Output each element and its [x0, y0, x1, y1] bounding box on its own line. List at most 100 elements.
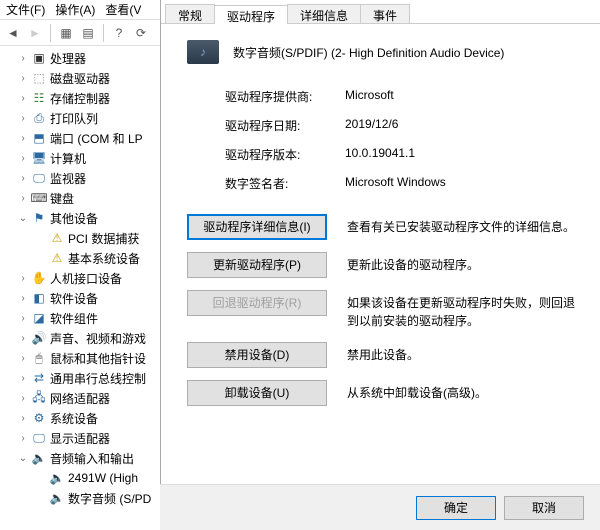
net-icon: 🖧 [30, 390, 48, 406]
tab-events[interactable]: 事件 [360, 4, 410, 23]
tree-item[interactable]: ›🔊声音、视频和游戏 [0, 328, 160, 348]
menu-action[interactable]: 操作(A) [55, 1, 95, 18]
tree-item[interactable]: ›☷存储控制器 [0, 88, 160, 108]
monitor-icon: 🖵 [30, 170, 48, 186]
tree-item[interactable]: 🔈2491W (High [0, 468, 160, 488]
sys-icon: ⚙ [30, 410, 48, 426]
chevron-right-icon[interactable]: › [16, 93, 30, 104]
tree-item-label: 数字音频 (S/PD [68, 490, 151, 507]
tree-item[interactable]: ⚠PCI 数据捕获 [0, 228, 160, 248]
driver-details-button[interactable]: 驱动程序详细信息(I) [187, 214, 327, 240]
tree-item[interactable]: ›⎙打印队列 [0, 108, 160, 128]
chevron-right-icon[interactable]: › [16, 353, 30, 364]
tree-item-label: 端口 (COM 和 LP [50, 130, 143, 147]
chevron-right-icon[interactable]: › [16, 273, 30, 284]
chevron-right-icon[interactable]: › [16, 413, 30, 424]
hid-icon: ✋ [30, 270, 48, 286]
tree-item-label: 显示适配器 [50, 430, 110, 447]
tree-item[interactable]: ›⬒端口 (COM 和 LP [0, 128, 160, 148]
audio-icon: 🔊 [30, 330, 48, 346]
chevron-right-icon[interactable]: › [16, 173, 30, 184]
warn-icon: ⚠ [48, 230, 66, 246]
tree-item[interactable]: ›🖱鼠标和其他指针设 [0, 348, 160, 368]
chevron-down-icon[interactable]: ⌄ [16, 213, 30, 224]
audio-device-icon: ♪ [187, 40, 219, 64]
tab-driver[interactable]: 驱动程序 [214, 5, 288, 24]
tree-item[interactable]: ›⬚磁盘驱动器 [0, 68, 160, 88]
device-tree-scroll[interactable]: ›▣处理器›⬚磁盘驱动器›☷存储控制器›⎙打印队列›⬒端口 (COM 和 LP›… [0, 46, 160, 530]
tree-item[interactable]: 🔈数字音频 (S/PD [0, 488, 160, 508]
chevron-right-icon[interactable]: › [16, 133, 30, 144]
chevron-right-icon[interactable]: › [16, 373, 30, 384]
tree-item-label: 鼠标和其他指针设 [50, 350, 146, 367]
tree-item-label: PCI 数据捕获 [68, 230, 139, 247]
tree-item-label: 基本系统设备 [68, 250, 140, 267]
tree-item[interactable]: ›🖵显示适配器 [0, 428, 160, 448]
tree-item-label: 系统设备 [50, 410, 98, 427]
tree-item[interactable]: ›⌨键盘 [0, 188, 160, 208]
ok-button[interactable]: 确定 [416, 496, 496, 520]
tree-item[interactable]: ›▣处理器 [0, 48, 160, 68]
tab-general[interactable]: 常规 [165, 4, 215, 23]
cancel-button[interactable]: 取消 [504, 496, 584, 520]
chevron-right-icon[interactable]: › [16, 293, 30, 304]
tree-item[interactable]: ›🖧网络适配器 [0, 388, 160, 408]
chevron-right-icon[interactable]: › [16, 393, 30, 404]
tree-item-label: 其他设备 [50, 210, 98, 227]
tree-item[interactable]: ⚠基本系统设备 [0, 248, 160, 268]
tree-item-label: 2491W (High [68, 471, 138, 485]
tree-item[interactable]: ›🖵监视器 [0, 168, 160, 188]
display-icon: 🖵 [30, 430, 48, 446]
tree-item[interactable]: ›🖥计算机 [0, 148, 160, 168]
tree-item[interactable]: ⌄🔈音频输入和输出 [0, 448, 160, 468]
toolbar: ◄ ► ▦ ▤ ? ⟳ [0, 20, 160, 46]
provider-value: Microsoft [345, 88, 394, 105]
chevron-right-icon[interactable]: › [16, 73, 30, 84]
chevron-right-icon[interactable]: › [16, 193, 30, 204]
date-value: 2019/12/6 [345, 117, 398, 134]
chevron-right-icon[interactable]: › [16, 153, 30, 164]
tree-item[interactable]: ›◧软件设备 [0, 288, 160, 308]
tree-item-label: 通用串行总线控制 [50, 370, 146, 387]
tree-item[interactable]: ›◪软件组件 [0, 308, 160, 328]
back-icon[interactable]: ◄ [4, 24, 22, 42]
toolbar-divider [103, 24, 104, 42]
menu-view[interactable]: 查看(V [105, 1, 141, 18]
chevron-right-icon[interactable]: › [16, 53, 30, 64]
show-hidden-icon[interactable]: ▦ [57, 24, 75, 42]
chevron-right-icon[interactable]: › [16, 433, 30, 444]
chevron-right-icon[interactable]: › [16, 113, 30, 124]
tree-item[interactable]: ›⚙系统设备 [0, 408, 160, 428]
storage-icon: ☷ [30, 90, 48, 106]
tree-item-label: 声音、视频和游戏 [50, 330, 146, 347]
mouse-icon: 🖱 [30, 350, 48, 366]
chevron-right-icon[interactable]: › [16, 333, 30, 344]
tab-details[interactable]: 详细信息 [287, 4, 361, 23]
tree-item-label: 监视器 [50, 170, 86, 187]
properties-dialog: 常规 驱动程序 详细信息 事件 ♪ 数字音频(S/PDIF) (2- High … [160, 0, 600, 530]
tree-item-label: 处理器 [50, 50, 86, 67]
uninstall-device-button[interactable]: 卸载设备(U) [187, 380, 327, 406]
tree-item[interactable]: ›✋人机接口设备 [0, 268, 160, 288]
update-driver-button[interactable]: 更新驱动程序(P) [187, 252, 327, 278]
driver-tab-content: ♪ 数字音频(S/PDIF) (2- High Definition Audio… [161, 24, 600, 484]
menu-file[interactable]: 文件(F) [6, 1, 45, 18]
port-icon: ⬒ [30, 130, 48, 146]
version-label: 驱动程序版本: [225, 146, 345, 163]
chevron-down-icon[interactable]: ⌄ [16, 453, 30, 464]
tree-item-label: 网络适配器 [50, 390, 110, 407]
tree-item[interactable]: ⌄⚑其他设备 [0, 208, 160, 228]
chevron-right-icon[interactable]: › [16, 313, 30, 324]
forward-icon[interactable]: ► [26, 24, 44, 42]
disable-device-button[interactable]: 禁用设备(D) [187, 342, 327, 368]
help-icon[interactable]: ? [110, 24, 128, 42]
tree-item-label: 人机接口设备 [50, 270, 122, 287]
swcomp-icon: ◪ [30, 310, 48, 326]
tree-item[interactable]: ›⇄通用串行总线控制 [0, 368, 160, 388]
device-header: ♪ 数字音频(S/PDIF) (2- High Definition Audio… [181, 40, 580, 64]
keyboard-icon: ⌨ [30, 190, 48, 206]
other-icon: ⚑ [30, 210, 48, 226]
refresh-icon[interactable]: ⟳ [132, 24, 150, 42]
view-option-icon[interactable]: ▤ [79, 24, 97, 42]
uninstall-device-desc: 从系统中卸载设备(高级)。 [347, 380, 580, 402]
